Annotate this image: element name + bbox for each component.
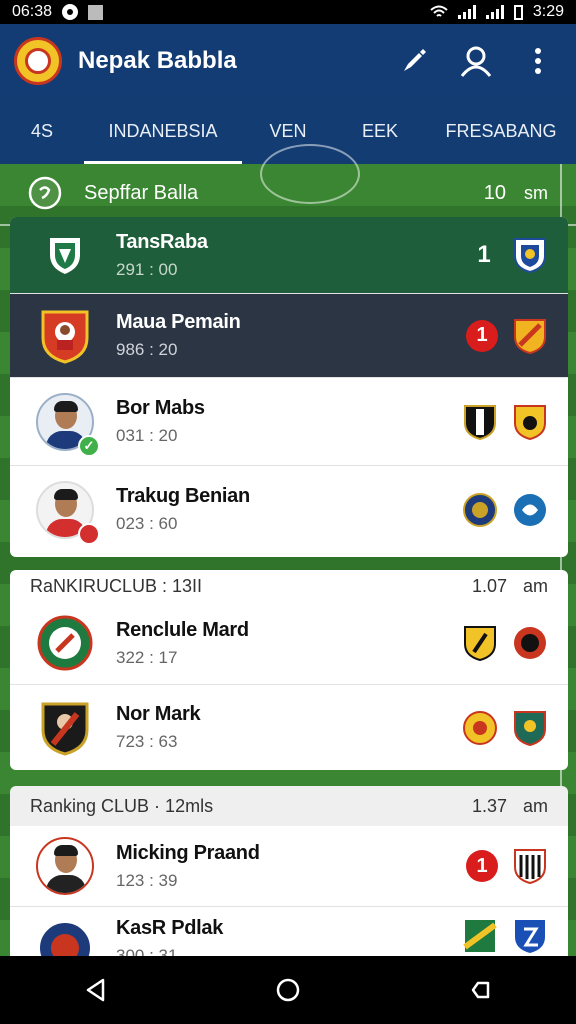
list-item[interactable]: KasR Pdlak 300 : 31 <box>10 906 568 958</box>
section-header: RaNKIRUCLUB : 13II 1.07 am <box>10 570 568 602</box>
status-time-right: 3:29 <box>532 3 564 20</box>
match-title: Sepffar Balla <box>84 181 199 204</box>
player-name: Bor Mabs <box>116 397 205 419</box>
club-score: 723 : 63 <box>116 732 178 751</box>
section-time-suffix: am <box>522 575 548 596</box>
list-item[interactable]: TansRaba 291 : 00 1 <box>10 217 568 293</box>
score-badge: 1 <box>466 319 498 352</box>
club-crest <box>34 224 96 286</box>
club-name: Maua Pemain <box>116 311 241 333</box>
football-icon <box>28 176 62 210</box>
app-title: Nepak Babbla <box>78 47 237 74</box>
signal-icon <box>457 5 476 19</box>
back-icon[interactable] <box>78 972 114 1008</box>
list-item[interactable]: Nor Mark 723 : 63 <box>10 684 568 770</box>
player-name: KasR Pdlak <box>116 917 224 939</box>
club-crest <box>514 710 546 746</box>
notification-icon <box>62 4 79 20</box>
club-crest <box>34 305 96 367</box>
section-label: RaNKIRUCLUB : 13II <box>30 575 203 596</box>
tab-fresabang[interactable]: FRESABANG <box>426 98 576 164</box>
tab-indanebsia[interactable]: INDANEBSIA <box>84 98 242 164</box>
opponent-crest <box>514 318 546 354</box>
club-crest <box>34 612 96 674</box>
match-header[interactable]: Sepffar Balla 10 sm <box>28 172 548 214</box>
club-score: 986 : 20 <box>116 340 178 359</box>
signal-icon-2 <box>485 5 504 19</box>
club-crest <box>514 627 546 659</box>
club-score: 322 : 17 <box>116 647 178 667</box>
player-avatar: ✓ <box>34 391 100 457</box>
club-name: Nor Mark <box>116 703 201 725</box>
section-label: Ranking CLUB · 12mls <box>30 795 214 816</box>
section-time: 1.37 <box>471 795 507 816</box>
image-notification-icon <box>88 4 104 20</box>
club-crest <box>464 626 496 662</box>
close-icon <box>78 522 100 545</box>
list-item[interactable]: Maua Pemain 986 : 20 1 <box>10 293 568 377</box>
club-name: TansRaba <box>116 230 208 253</box>
club-crest <box>34 697 96 759</box>
club-crest <box>514 849 546 885</box>
player-avatar <box>34 835 96 897</box>
club-crest <box>514 493 546 526</box>
ranking-card: RaNKIRUCLUB : 13II 1.07 am Renclule Mard… <box>10 570 568 770</box>
player-name: Trakug Benian <box>116 485 250 507</box>
club-crest <box>463 492 497 527</box>
club-crest <box>463 920 497 952</box>
profile-icon[interactable] <box>458 43 494 79</box>
club-score: 291 : 00 <box>116 259 178 279</box>
club-crest <box>515 920 545 953</box>
recents-icon[interactable] <box>462 972 498 1008</box>
app-bar: Nepak Babbla <box>0 24 576 98</box>
club-crest <box>34 917 96 958</box>
fixture-card: TansRaba 291 : 00 1 Maua Pemain 986 : 20… <box>10 217 568 557</box>
list-item[interactable]: Renclule Mard 322 : 17 <box>10 602 568 684</box>
edit-icon[interactable] <box>396 43 432 79</box>
club-name: Renclule Mard <box>116 618 249 641</box>
status-bar: 06:38 3:29 <box>0 0 576 24</box>
ranking-card: Ranking CLUB · 12mls 1.37 am Micking Pra… <box>10 786 568 958</box>
score-value: 1 <box>477 241 491 268</box>
home-icon[interactable] <box>270 972 306 1008</box>
list-item[interactable]: Micking Praand 123 : 39 1 <box>10 826 568 906</box>
score-badge: 1 <box>466 850 498 882</box>
wifi-icon <box>430 5 448 17</box>
opponent-crest <box>514 238 546 274</box>
player-name: Micking Praand <box>116 841 260 864</box>
player-avatar <box>34 479 100 545</box>
section-header: Ranking CLUB · 12mls 1.37 am <box>10 786 568 826</box>
system-nav-bar <box>0 956 576 1024</box>
section-time: 1.07 <box>471 575 507 596</box>
tab-4s[interactable]: 4S <box>0 98 84 164</box>
player-score: 031 : 20 <box>116 426 178 445</box>
more-menu-icon[interactable] <box>520 43 556 79</box>
club-crest <box>463 710 497 745</box>
club-crest <box>514 404 546 440</box>
player-score: 023 : 60 <box>116 514 178 533</box>
player-score: 123 : 39 <box>116 870 178 890</box>
status-time-left: 06:38 <box>12 3 53 20</box>
battery-icon <box>513 4 523 20</box>
check-icon: ✓ <box>78 434 100 457</box>
club-crest <box>464 404 496 440</box>
section-time-suffix: am <box>522 795 548 816</box>
match-time: 10 <box>483 181 506 204</box>
app-logo <box>14 37 62 85</box>
match-time-suffix: sm <box>524 182 548 203</box>
list-item[interactable]: ✓ Bor Mabs 031 : 20 <box>10 377 568 465</box>
list-item[interactable]: Trakug Benian 023 : 60 <box>10 465 568 553</box>
